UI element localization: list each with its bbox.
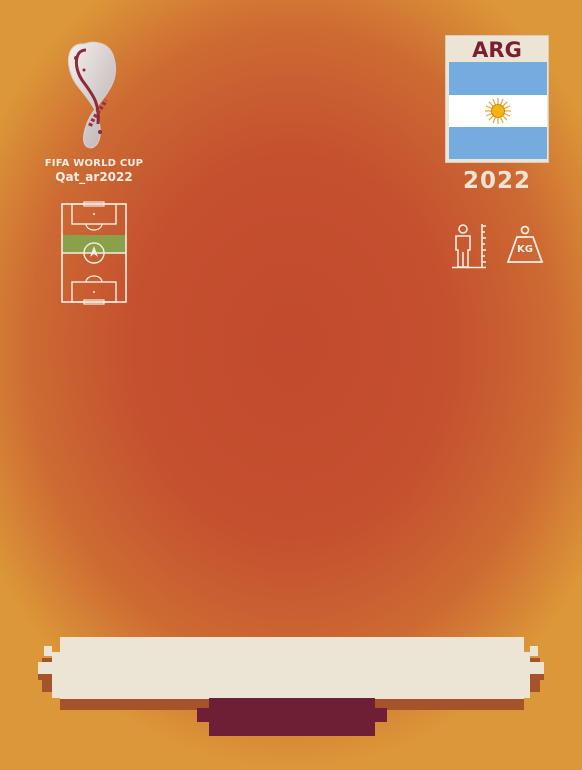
sun-of-may-icon [485,98,511,124]
height-ruler-icon [452,224,486,269]
logo-title: FIFA WORLD CUP [44,158,144,169]
logo-subtitle: Qat_ar2022 [55,170,133,184]
team-code: ARG [472,38,522,62]
weight-unit-label: KG [517,244,533,255]
flag-stripe-bottom [449,127,547,159]
team-flag-badge: ARG [445,35,549,163]
flag-stripe-top [449,62,547,95]
player-name-banner [38,637,544,736]
weight-kg-icon: KG [505,224,545,266]
year-label: 2022 [462,168,531,194]
pitch-position-icon [61,201,127,305]
